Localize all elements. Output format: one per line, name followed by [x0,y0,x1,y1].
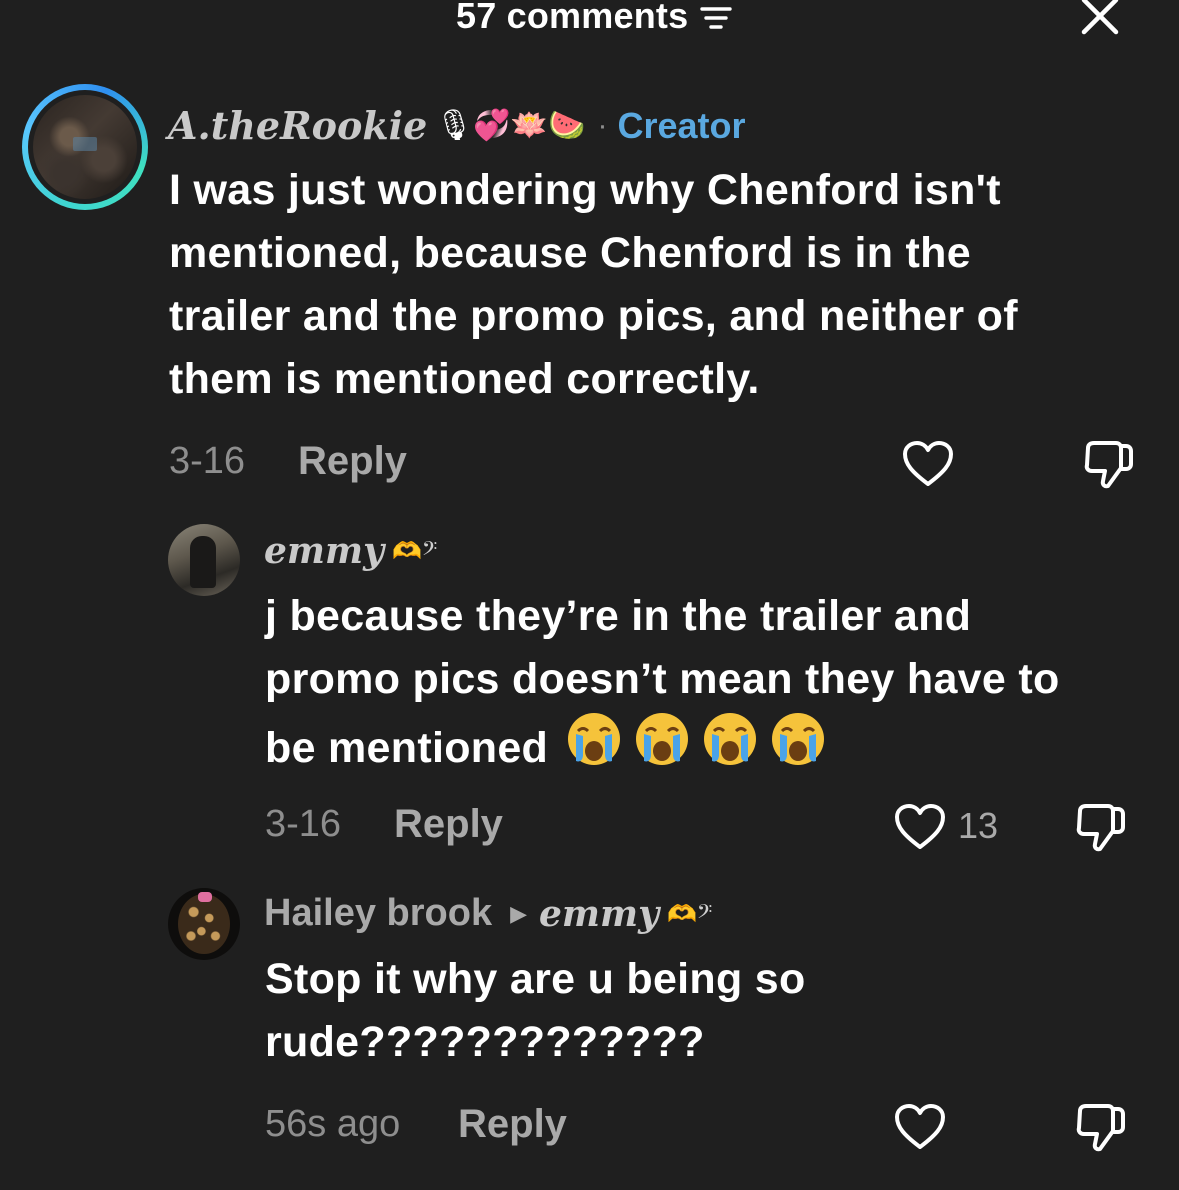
username[interactable]: A.theRookie [168,103,427,148]
comments-count-title: 57 comments [456,0,733,40]
comment-text-line: be mentioned [265,723,549,772]
heart-icon[interactable] [902,440,954,488]
comment-author-row: A.theRookie 🎙💞🪷🍉 · Creator [168,103,746,148]
comment-text-line: them is mentioned correctly. [169,355,760,403]
like-button[interactable] [894,803,946,856]
thumbs-down-icon[interactable] [1074,803,1126,853]
comment-text-line: I was just wondering why Chenford isn't [169,166,1001,214]
username-emojis: 🫶𝄢 [392,537,438,565]
dislike-button[interactable] [1074,1103,1126,1158]
comments-header: 57 comments [0,0,1179,50]
reply-button[interactable]: Reply [458,1102,567,1147]
comment-author-row: Hailey brook ▶ emmy 🫶𝄢 [264,892,712,935]
reply-button[interactable]: Reply [298,439,407,484]
comments-count-label: 57 comments [456,0,689,36]
thumbs-down-icon[interactable] [1082,440,1134,490]
username-emojis: 🫶𝄢 [667,899,713,928]
username-emojis: 🎙💞🪷🍉 [435,108,586,143]
comment-text: Stop it why are u being so rude?????????… [265,948,1165,1074]
thumbs-down-icon[interactable] [1074,1103,1126,1153]
comment-text: j because they’re in the trailer and pro… [265,585,1165,785]
reply-to-username[interactable]: emmy [539,893,659,935]
like-button[interactable] [902,440,954,493]
dislike-button[interactable] [1074,803,1126,858]
comment-text-line: j because they’re in the trailer and [265,592,972,640]
crying-face-icon [634,711,690,785]
comment-date: 3-16 [265,803,342,845]
comment-text-line: promo pics doesn’t mean they have to [265,655,1060,703]
reply-arrow-icon: ▶ [510,900,527,926]
close-button[interactable] [1080,0,1122,36]
like-count: 13 [958,805,999,846]
avatar-image [33,95,137,199]
avatar[interactable] [168,888,240,960]
comment-text: I was just wondering why Chenford isn't … [169,159,1149,411]
username[interactable]: emmy [264,530,384,572]
comment-text-line: Stop it why are u being so [265,955,806,1003]
creator-badge: Creator [617,104,746,146]
like-button[interactable] [894,1103,946,1156]
comment-date: 56s ago [265,1103,401,1145]
comment-text-line: rude????????????? [265,1018,705,1066]
heart-icon[interactable] [894,1103,946,1151]
dislike-button[interactable] [1082,440,1134,495]
comment-date: 3-16 [169,440,246,482]
crying-face-icon [702,711,758,785]
username[interactable]: Hailey brook [264,892,492,935]
sort-filter-icon[interactable] [700,0,733,40]
comment-text-line: trailer and the promo pics, and neither … [169,292,1018,340]
avatar[interactable] [168,524,240,596]
close-icon[interactable] [1080,0,1122,36]
avatar[interactable] [22,84,148,210]
heart-icon[interactable] [894,803,946,851]
comment-author-row: emmy 🫶𝄢 [264,530,437,572]
reply-button[interactable]: Reply [394,802,503,847]
separator-dot: · [597,108,608,142]
crying-face-icon [770,711,826,785]
crying-face-icon [566,711,622,785]
comment-text-line: mentioned, because Chenford is in the [169,229,971,277]
